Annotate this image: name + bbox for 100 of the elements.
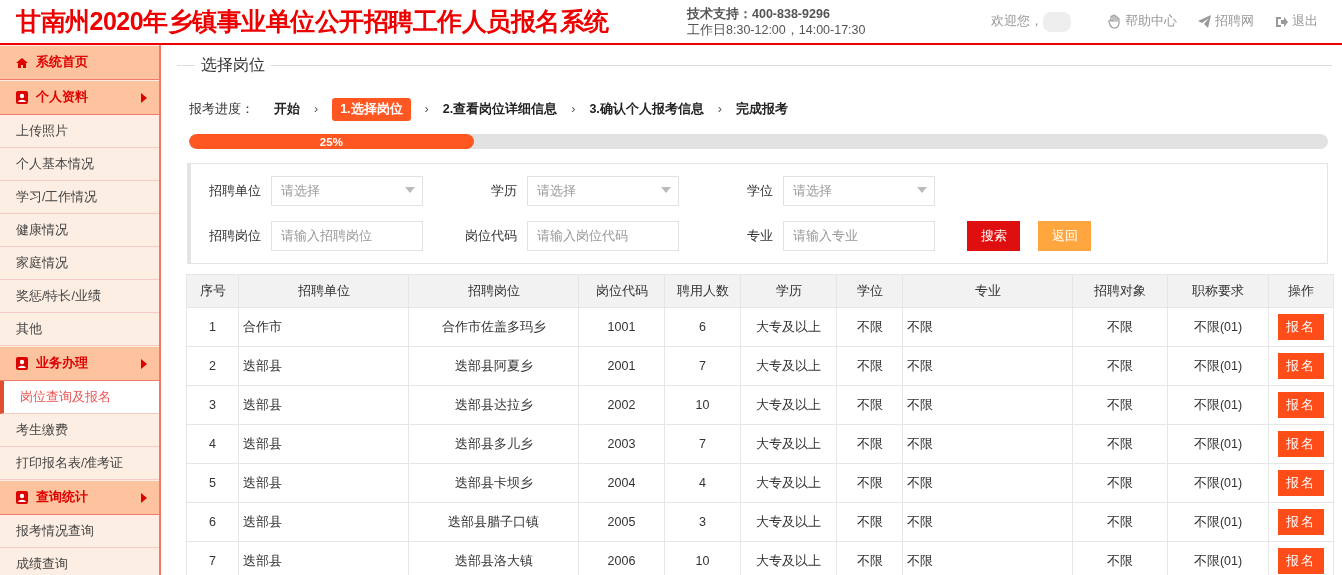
sidebar-item[interactable]: 家庭情况 xyxy=(0,247,159,280)
column-header: 操作 xyxy=(1268,274,1334,308)
apply-button[interactable]: 报名 xyxy=(1278,548,1324,574)
table-cell: 2004 xyxy=(578,463,665,503)
field-label: 专业 xyxy=(746,227,774,245)
user-icon xyxy=(16,491,28,504)
apply-button[interactable]: 报名 xyxy=(1278,392,1324,418)
dropdown-icon xyxy=(405,187,415,193)
apply-button[interactable]: 报名 xyxy=(1278,509,1324,535)
sidebar-item[interactable]: 报考情况查询 xyxy=(0,515,159,548)
table-cell: 不限(01) xyxy=(1167,385,1269,425)
select-field[interactable]: 请选择 xyxy=(271,176,423,206)
table-cell: 4 xyxy=(664,463,741,503)
field-label: 招聘岗位 xyxy=(208,227,262,245)
table-cell: 2 xyxy=(186,346,239,386)
progress-reading: 25% xyxy=(319,135,343,148)
table-cell: 不限 xyxy=(1072,502,1168,542)
support-phone: 技术支持：400-838-9296 xyxy=(687,5,831,22)
sidebar-item[interactable]: 健康情况 xyxy=(0,214,159,247)
table-cell: 不限 xyxy=(1072,424,1168,464)
sidebar-item[interactable]: 奖惩/特长/业绩 xyxy=(0,280,159,313)
dropdown-icon xyxy=(917,187,927,193)
paper-plane-icon xyxy=(1197,14,1212,29)
column-header: 招聘对象 xyxy=(1072,274,1168,308)
column-header: 专业 xyxy=(902,274,1073,308)
hand-icon xyxy=(1107,14,1122,29)
table-cell: 迭部县卡坝乡 xyxy=(408,463,579,503)
table-cell: 不限 xyxy=(836,385,903,425)
sidebar-item[interactable]: 岗位查询及报名 xyxy=(0,381,159,414)
progress-step: 完成报考 xyxy=(736,100,788,118)
apply-button[interactable]: 报名 xyxy=(1278,353,1324,379)
chevron-icon: › xyxy=(717,102,722,116)
table-cell: 不限 xyxy=(1072,307,1168,347)
table-cell: 迭部县 xyxy=(238,502,409,542)
table-cell: 迭部县 xyxy=(238,385,409,425)
work-hours: 工作日8:30-12:00，14:00-17:30 xyxy=(687,21,866,38)
apply-button[interactable]: 报名 xyxy=(1278,470,1324,496)
table-cell: 不限(01) xyxy=(1167,502,1269,542)
sidebar-item[interactable]: 上传照片 xyxy=(0,115,159,148)
table-cell: 不限(01) xyxy=(1167,424,1269,464)
table-cell: 大专及以上 xyxy=(740,346,837,386)
table-cell: 不限 xyxy=(836,307,903,347)
progress-step: 开始 xyxy=(274,100,300,118)
column-header: 岗位代码 xyxy=(578,274,665,308)
table-cell: 不限 xyxy=(836,346,903,386)
table-cell: 10 xyxy=(664,385,741,425)
user-icon xyxy=(16,357,28,370)
sidebar-item[interactable]: 个人基本情况 xyxy=(0,148,159,181)
sidebar-section[interactable]: 查询统计 xyxy=(0,480,159,515)
table-cell: 不限 xyxy=(902,463,1073,503)
input-field[interactable]: 请输入招聘岗位 xyxy=(271,221,423,251)
progress-step: 2.查看岗位详细信息 xyxy=(442,100,558,118)
table-cell: 2005 xyxy=(578,502,665,542)
sidebar-section[interactable]: 系统首页 xyxy=(0,45,159,80)
table-cell: 1001 xyxy=(578,307,665,347)
table-cell: 大专及以上 xyxy=(740,307,837,347)
table-cell: 迭部县达拉乡 xyxy=(408,385,579,425)
sidebar-item[interactable]: 成绩查询 xyxy=(0,548,159,575)
header-link[interactable]: 帮助中心 xyxy=(1107,13,1177,30)
table-cell: 迭部县多儿乡 xyxy=(408,424,579,464)
column-header: 招聘单位 xyxy=(238,274,409,308)
sidebar-section[interactable]: 业务办理 xyxy=(0,346,159,381)
table-cell: 不限 xyxy=(836,463,903,503)
select-field[interactable]: 请选择 xyxy=(783,176,935,206)
select-field[interactable]: 请选择 xyxy=(527,176,679,206)
table-cell: 6 xyxy=(186,502,239,542)
table-cell: 不限 xyxy=(836,424,903,464)
table-cell: 大专及以上 xyxy=(740,385,837,425)
input-field[interactable]: 请输入专业 xyxy=(783,221,935,251)
apply-button[interactable]: 报名 xyxy=(1278,314,1324,340)
field-label: 学历 xyxy=(490,182,518,200)
table-cell: 不限 xyxy=(836,502,903,542)
user-icon xyxy=(16,91,28,104)
table-cell: 迭部县 xyxy=(238,424,409,464)
table-cell: 3 xyxy=(186,385,239,425)
table-cell: 迭部县 xyxy=(238,463,409,503)
sidebar-item[interactable]: 考生缴费 xyxy=(0,414,159,447)
table-cell: 不限 xyxy=(1072,346,1168,386)
table-cell: 不限 xyxy=(902,307,1073,347)
back-button[interactable]: 返回 xyxy=(1038,221,1091,251)
field-label: 学位 xyxy=(746,182,774,200)
chevron-icon: › xyxy=(314,102,319,116)
table-cell: 不限 xyxy=(1072,463,1168,503)
header-link[interactable]: 退出 xyxy=(1274,13,1318,30)
column-header: 聘用人数 xyxy=(664,274,741,308)
table-cell: 4 xyxy=(186,424,239,464)
table-cell: 6 xyxy=(664,307,741,347)
table-cell: 大专及以上 xyxy=(740,463,837,503)
column-header: 学历 xyxy=(740,274,837,308)
table-cell: 2001 xyxy=(578,346,665,386)
search-button[interactable]: 搜索 xyxy=(967,221,1020,251)
sidebar-section[interactable]: 个人资料 xyxy=(0,80,159,115)
apply-button[interactable]: 报名 xyxy=(1278,431,1324,457)
site-title: 甘南州2020年乡镇事业单位公开招聘工作人员报名系统 xyxy=(15,6,610,37)
table-cell: 不限(01) xyxy=(1167,346,1269,386)
sidebar-item[interactable]: 学习/工作情况 xyxy=(0,181,159,214)
field-label: 岗位代码 xyxy=(464,227,518,245)
field-label: 招聘单位 xyxy=(208,182,262,200)
input-field[interactable]: 请输入岗位代码 xyxy=(527,221,679,251)
header-link[interactable]: 招聘网 xyxy=(1197,13,1254,30)
